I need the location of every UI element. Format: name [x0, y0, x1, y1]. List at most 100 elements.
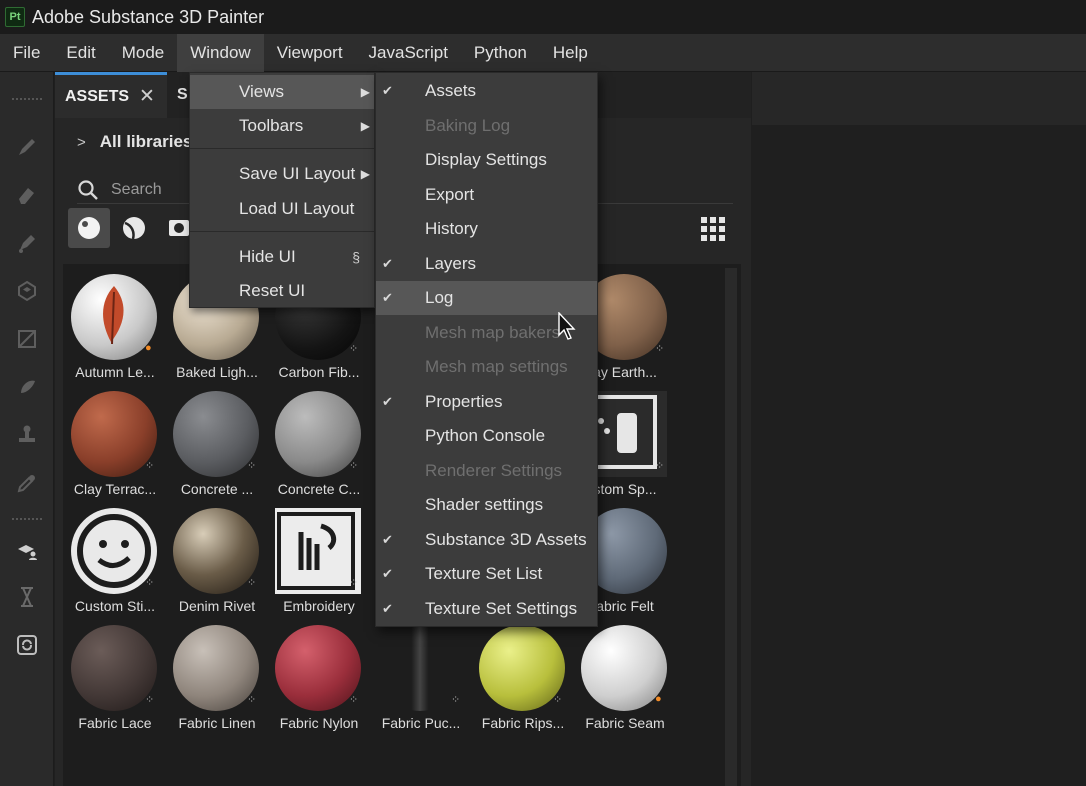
close-icon[interactable]: ✕	[139, 85, 155, 108]
views-item-history[interactable]: History	[376, 212, 597, 246]
filter-smart-materials-button[interactable]	[113, 208, 155, 248]
checkmark-icon: ✔	[382, 600, 393, 616]
sync-icon[interactable]	[14, 632, 40, 658]
toolbar-grip[interactable]	[12, 98, 42, 102]
smudge-icon[interactable]	[14, 374, 40, 400]
asset-tile[interactable]: ⁘ Fabric Puc...	[371, 617, 471, 733]
asset-tile[interactable]: ● Autumn Le...	[65, 266, 165, 382]
tab-assets[interactable]: ASSETS ✕	[55, 72, 167, 118]
filter-materials-button[interactable]	[68, 208, 110, 248]
toolbar-grip-2[interactable]	[12, 518, 42, 522]
asset-label: Baked Ligh...	[176, 364, 258, 380]
grid-view-button[interactable]	[700, 216, 726, 247]
asset-tile[interactable]: ⁘ Custom Sti...	[65, 500, 165, 616]
asset-tile[interactable]: ⁘ Denim Rivet	[167, 500, 267, 616]
menu-bar: File Edit Mode Window Viewport JavaScrip…	[0, 33, 1086, 72]
asset-tile[interactable]: ● Fabric Seam	[575, 617, 675, 733]
views-item-label: Texture Set Settings	[425, 598, 578, 618]
paint-brush-icon[interactable]	[14, 134, 40, 160]
material-sphere-icon	[78, 217, 100, 239]
views-submenu: ✔ Assets Baking Log Display Settings Export H…	[375, 72, 598, 627]
menu-separator	[190, 148, 374, 149]
window-title: Adobe Substance 3D Painter	[32, 6, 265, 27]
menu-help[interactable]: Help	[540, 34, 601, 72]
asset-tile[interactable]: ⁘ Fabric Nylon	[269, 617, 369, 733]
views-item-log[interactable]: ✔ Log	[376, 281, 597, 315]
menu-item-hide-ui[interactable]: Hide UI §	[190, 240, 374, 274]
views-item-substance-3d-assets[interactable]: ✔ Substance 3D Assets	[376, 523, 597, 557]
views-item-texture-set-settings[interactable]: ✔ Texture Set Settings	[376, 592, 597, 626]
resource-badge-icon: ⁘	[655, 460, 665, 472]
menu-item-views[interactable]: Views ▶	[190, 75, 374, 109]
views-item-export[interactable]: Export	[376, 178, 597, 212]
smart-material-icon	[123, 217, 145, 240]
views-item-texture-set-list[interactable]: ✔ Texture Set List	[376, 557, 597, 591]
asset-label: Fabric Linen	[178, 715, 256, 731]
resource-badge-icon: ⁘	[247, 694, 257, 706]
menu-python[interactable]: Python	[461, 34, 540, 72]
views-item-renderer-settings: Renderer Settings	[376, 454, 597, 488]
views-item-label: Properties	[425, 391, 503, 411]
views-item-shader-settings[interactable]: Shader settings	[376, 488, 597, 522]
menu-mode[interactable]: Mode	[109, 34, 178, 72]
viewport-panel[interactable]	[752, 72, 1086, 786]
menu-item-load-ui-layout[interactable]: Load UI Layout	[190, 192, 374, 226]
assets-panel-icon[interactable]	[14, 538, 40, 564]
asset-label: Concrete C...	[277, 481, 361, 497]
resource-badge-icon: ⁘	[451, 694, 461, 706]
views-item-layers[interactable]: ✔ Layers	[376, 247, 597, 281]
submenu-arrow-icon: ▶	[360, 167, 370, 181]
chevron-right-icon[interactable]: >	[77, 134, 86, 151]
menu-item-reset-ui[interactable]: Reset UI	[190, 274, 374, 308]
views-item-label: Log	[425, 288, 454, 307]
asset-label: Embroidery	[283, 598, 355, 614]
projection-icon[interactable]	[14, 230, 40, 256]
asset-label: Custom Sti...	[74, 598, 156, 614]
resource-badge-icon: ⁘	[145, 694, 155, 706]
asset-tile[interactable]: ⁘ Fabric Lace	[65, 617, 165, 733]
asset-label: Fabric Rips...	[481, 715, 565, 731]
history-icon[interactable]	[14, 584, 40, 610]
views-item-label: Python Console	[425, 426, 546, 445]
views-item-label: Shader settings	[425, 495, 544, 514]
window-menu: Views ▶ Toolbars ▶ Save UI Layout ▶ Load…	[189, 72, 375, 308]
assets-scrollbar[interactable]	[725, 268, 737, 786]
views-item-mesh-map-settings: Mesh map settings	[376, 350, 597, 384]
views-item-python-console[interactable]: Python Console	[376, 419, 597, 453]
menu-viewport[interactable]: Viewport	[264, 34, 356, 72]
asset-tile[interactable]: ⁘ Fabric Rips...	[473, 617, 573, 733]
menu-item-toolbars[interactable]: Toolbars ▶	[190, 109, 374, 143]
tab-second[interactable]: S	[177, 86, 188, 104]
menu-window[interactable]: Window	[177, 33, 264, 72]
resource-badge-icon: ⁘	[349, 460, 359, 472]
asset-tile[interactable]: ⁘ Concrete ...	[167, 383, 267, 499]
views-item-assets[interactable]: ✔ Assets	[376, 74, 597, 108]
checkmark-icon: ✔	[382, 255, 393, 271]
color-picker-icon[interactable]	[14, 470, 40, 496]
geometry-mask-icon[interactable]	[14, 326, 40, 352]
menu-item-label: Hide UI	[239, 247, 296, 266]
asset-tile[interactable]: ⁘ Clay Terrac...	[65, 383, 165, 499]
eraser-icon[interactable]	[14, 182, 40, 208]
menu-separator	[190, 231, 374, 232]
clone-stamp-icon[interactable]	[14, 422, 40, 448]
views-item-display-settings[interactable]: Display Settings	[376, 143, 597, 177]
views-item-label: Layers	[425, 253, 477, 273]
asset-tile[interactable]: ⁘ Embroidery	[269, 500, 369, 616]
polygon-fill-icon[interactable]	[14, 278, 40, 304]
menu-item-save-ui-layout[interactable]: Save UI Layout ▶	[190, 157, 374, 191]
resource-badge-icon: ⁘	[145, 577, 155, 589]
views-item-properties[interactable]: ✔ Properties	[376, 385, 597, 419]
asset-label: Autumn Le...	[75, 364, 155, 380]
asset-tile[interactable]: ⁘ Fabric Linen	[167, 617, 267, 733]
menu-file[interactable]: File	[0, 34, 53, 72]
menu-item-label: Reset UI	[239, 281, 306, 300]
menu-edit[interactable]: Edit	[53, 34, 108, 72]
menu-javascript[interactable]: JavaScript	[356, 34, 461, 72]
asset-tile[interactable]: ⁘ Concrete C...	[269, 383, 369, 499]
asset-label: Fabric Seam	[585, 715, 665, 731]
asset-label: Denim Rivet	[178, 598, 256, 614]
asset-label: Clay Terrac...	[73, 481, 157, 497]
menu-item-label: Save UI Layout	[239, 164, 356, 183]
breadcrumb[interactable]: > All libraries	[77, 132, 192, 152]
